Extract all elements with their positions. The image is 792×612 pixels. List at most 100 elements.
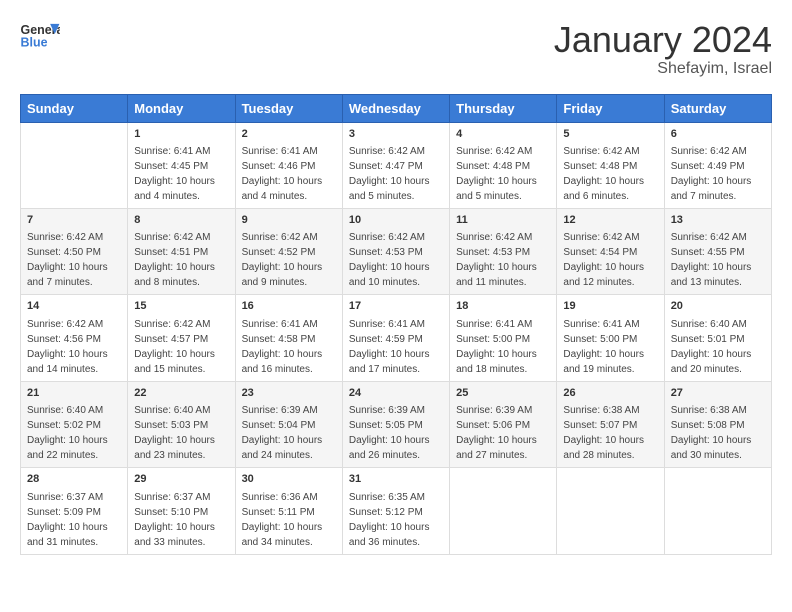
week-row-1: 1 Sunrise: 6:41 AM Sunset: 4:45 PM Daylig… (21, 122, 772, 208)
month-title: January 2024 (554, 20, 772, 60)
day-number: 17 (349, 299, 443, 314)
day-number: 24 (349, 386, 443, 401)
day-number: 26 (563, 386, 657, 401)
day-content: Sunrise: 6:41 AM Sunset: 4:59 PM Dayligh… (349, 319, 430, 375)
calendar-cell: 17 Sunrise: 6:41 AM Sunset: 4:59 PM Dayli… (342, 295, 449, 381)
weekday-header-monday: Monday (128, 94, 235, 122)
calendar-cell: 19 Sunrise: 6:41 AM Sunset: 5:00 PM Dayli… (557, 295, 664, 381)
day-number: 27 (671, 386, 765, 401)
day-content: Sunrise: 6:42 AM Sunset: 4:47 PM Dayligh… (349, 146, 430, 202)
day-number: 30 (242, 472, 336, 487)
day-content: Sunrise: 6:40 AM Sunset: 5:02 PM Dayligh… (27, 405, 108, 461)
day-number: 3 (349, 127, 443, 142)
day-number: 7 (27, 213, 121, 228)
logo-icon: General Blue (20, 20, 60, 55)
day-content: Sunrise: 6:39 AM Sunset: 5:06 PM Dayligh… (456, 405, 537, 461)
calendar-cell: 11 Sunrise: 6:42 AM Sunset: 4:53 PM Dayli… (450, 208, 557, 294)
day-content: Sunrise: 6:41 AM Sunset: 4:58 PM Dayligh… (242, 319, 323, 375)
day-number: 21 (27, 386, 121, 401)
day-number: 16 (242, 299, 336, 314)
day-number: 11 (456, 213, 550, 228)
day-content: Sunrise: 6:42 AM Sunset: 4:57 PM Dayligh… (134, 319, 215, 375)
day-content: Sunrise: 6:42 AM Sunset: 4:53 PM Dayligh… (349, 232, 430, 288)
calendar-cell: 28Sunrise: 6:37 AM Sunset: 5:09 PM Dayli… (21, 468, 128, 554)
day-content: Sunrise: 6:42 AM Sunset: 4:48 PM Dayligh… (563, 146, 644, 202)
calendar-cell: 30 Sunrise: 6:36 AM Sunset: 5:11 PM Dayli… (235, 468, 342, 554)
weekday-header-friday: Friday (557, 94, 664, 122)
calendar-cell: 1 Sunrise: 6:41 AM Sunset: 4:45 PM Daylig… (128, 122, 235, 208)
location-title: Shefayim, Israel (554, 60, 772, 78)
day-content: Sunrise: 6:38 AM Sunset: 5:07 PM Dayligh… (563, 405, 644, 461)
day-number: 18 (456, 299, 550, 314)
week-row-4: 21 Sunrise: 6:40 AM Sunset: 5:02 PM Dayli… (21, 381, 772, 467)
day-content: Sunrise: 6:38 AM Sunset: 5:08 PM Dayligh… (671, 405, 752, 461)
calendar-cell: 29Sunrise: 6:37 AM Sunset: 5:10 PM Dayli… (128, 468, 235, 554)
day-number: 29 (134, 472, 228, 487)
weekday-header-saturday: Saturday (664, 94, 771, 122)
day-content: Sunrise: 6:41 AM Sunset: 4:46 PM Dayligh… (242, 146, 323, 202)
day-number: 4 (456, 127, 550, 142)
calendar-cell: 8Sunrise: 6:42 AM Sunset: 4:51 PM Daylig… (128, 208, 235, 294)
day-content: Sunrise: 6:42 AM Sunset: 4:53 PM Dayligh… (456, 232, 537, 288)
calendar-cell: 22 Sunrise: 6:40 AM Sunset: 5:03 PM Dayli… (128, 381, 235, 467)
weekday-header-row: SundayMondayTuesdayWednesdayThursdayFrid… (21, 94, 772, 122)
day-content: Sunrise: 6:36 AM Sunset: 5:11 PM Dayligh… (242, 492, 323, 548)
calendar-table: SundayMondayTuesdayWednesdayThursdayFrid… (20, 94, 772, 555)
calendar-cell: 18 Sunrise: 6:41 AM Sunset: 5:00 PM Dayli… (450, 295, 557, 381)
week-row-2: 7 Sunrise: 6:42 AM Sunset: 4:50 PM Daylig… (21, 208, 772, 294)
weekday-header-sunday: Sunday (21, 94, 128, 122)
day-content: Sunrise: 6:42 AM Sunset: 4:48 PM Dayligh… (456, 146, 537, 202)
day-number: 28 (27, 472, 121, 487)
page-header: General Blue January 2024 Shefayim, Isra… (20, 20, 772, 78)
day-content: Sunrise: 6:42 AM Sunset: 4:50 PM Dayligh… (27, 232, 108, 288)
day-number: 9 (242, 213, 336, 228)
logo: General Blue (20, 20, 60, 55)
calendar-cell: 3 Sunrise: 6:42 AM Sunset: 4:47 PM Daylig… (342, 122, 449, 208)
day-number: 23 (242, 386, 336, 401)
day-number: 19 (563, 299, 657, 314)
weekday-header-thursday: Thursday (450, 94, 557, 122)
day-number: 10 (349, 213, 443, 228)
calendar-cell: 24 Sunrise: 6:39 AM Sunset: 5:05 PM Dayli… (342, 381, 449, 467)
calendar-cell: 5 Sunrise: 6:42 AM Sunset: 4:48 PM Daylig… (557, 122, 664, 208)
day-content: Sunrise: 6:42 AM Sunset: 4:51 PM Dayligh… (134, 232, 215, 288)
day-content: Sunrise: 6:41 AM Sunset: 4:45 PM Dayligh… (134, 146, 215, 202)
day-number: 12 (563, 213, 657, 228)
day-content: Sunrise: 6:41 AM Sunset: 5:00 PM Dayligh… (563, 319, 644, 375)
calendar-cell: 4 Sunrise: 6:42 AM Sunset: 4:48 PM Daylig… (450, 122, 557, 208)
calendar-cell: 25Sunrise: 6:39 AM Sunset: 5:06 PM Dayli… (450, 381, 557, 467)
weekday-header-wednesday: Wednesday (342, 94, 449, 122)
calendar-cell: 31Sunrise: 6:35 AM Sunset: 5:12 PM Dayli… (342, 468, 449, 554)
day-content: Sunrise: 6:40 AM Sunset: 5:03 PM Dayligh… (134, 405, 215, 461)
calendar-cell: 12 Sunrise: 6:42 AM Sunset: 4:54 PM Dayli… (557, 208, 664, 294)
day-number: 2 (242, 127, 336, 142)
calendar-cell (557, 468, 664, 554)
day-number: 5 (563, 127, 657, 142)
calendar-cell: 6Sunrise: 6:42 AM Sunset: 4:49 PM Daylig… (664, 122, 771, 208)
day-content: Sunrise: 6:39 AM Sunset: 5:05 PM Dayligh… (349, 405, 430, 461)
day-number: 1 (134, 127, 228, 142)
calendar-cell: 21 Sunrise: 6:40 AM Sunset: 5:02 PM Dayli… (21, 381, 128, 467)
day-content: Sunrise: 6:42 AM Sunset: 4:54 PM Dayligh… (563, 232, 644, 288)
calendar-cell: 15Sunrise: 6:42 AM Sunset: 4:57 PM Dayli… (128, 295, 235, 381)
day-number: 31 (349, 472, 443, 487)
title-block: January 2024 Shefayim, Israel (554, 20, 772, 78)
calendar-cell (664, 468, 771, 554)
day-content: Sunrise: 6:41 AM Sunset: 5:00 PM Dayligh… (456, 319, 537, 375)
calendar-cell: 10 Sunrise: 6:42 AM Sunset: 4:53 PM Dayli… (342, 208, 449, 294)
svg-text:Blue: Blue (21, 35, 48, 49)
day-content: Sunrise: 6:42 AM Sunset: 4:49 PM Dayligh… (671, 146, 752, 202)
day-content: Sunrise: 6:42 AM Sunset: 4:52 PM Dayligh… (242, 232, 323, 288)
calendar-cell: 27 Sunrise: 6:38 AM Sunset: 5:08 PM Dayli… (664, 381, 771, 467)
calendar-cell (21, 122, 128, 208)
calendar-cell: 23Sunrise: 6:39 AM Sunset: 5:04 PM Dayli… (235, 381, 342, 467)
calendar-cell (450, 468, 557, 554)
day-content: Sunrise: 6:42 AM Sunset: 4:56 PM Dayligh… (27, 319, 108, 375)
day-content: Sunrise: 6:40 AM Sunset: 5:01 PM Dayligh… (671, 319, 752, 375)
weekday-header-tuesday: Tuesday (235, 94, 342, 122)
day-number: 22 (134, 386, 228, 401)
calendar-cell: 9 Sunrise: 6:42 AM Sunset: 4:52 PM Daylig… (235, 208, 342, 294)
calendar-cell: 16 Sunrise: 6:41 AM Sunset: 4:58 PM Dayli… (235, 295, 342, 381)
day-number: 14 (27, 299, 121, 314)
week-row-3: 14 Sunrise: 6:42 AM Sunset: 4:56 PM Dayli… (21, 295, 772, 381)
